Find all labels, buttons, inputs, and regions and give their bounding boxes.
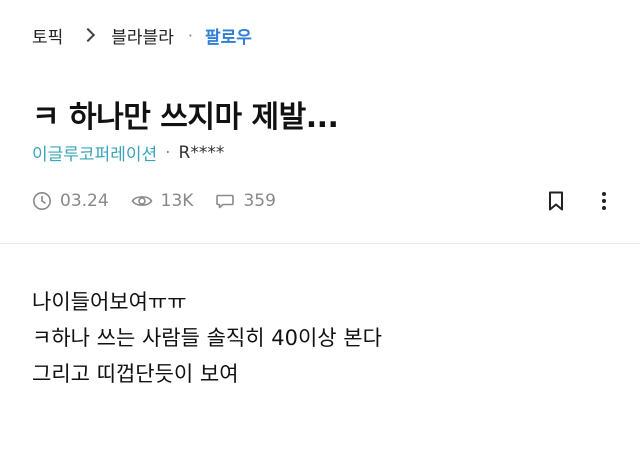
post-comments[interactable]: 359 <box>215 191 276 211</box>
breadcrumb-topic[interactable]: 토픽 <box>32 23 63 48</box>
post-views-value: 13K <box>160 191 194 211</box>
author-name: R**** <box>178 142 225 163</box>
post-title: ㅋ 하나만 쓰지마 제발... <box>32 100 339 136</box>
post-meta: 03.24 13K 359 <box>32 188 608 214</box>
post-comments-value: 359 <box>243 191 276 211</box>
author-company[interactable]: 이글루코퍼레이션 <box>32 140 157 165</box>
post-date-value: 03.24 <box>60 191 109 211</box>
breadcrumb-board[interactable]: 블라블라 <box>111 23 174 48</box>
speech-bubble-icon <box>216 194 235 209</box>
more-vertical-icon[interactable] <box>600 190 608 212</box>
follow-button[interactable]: 팔로우 <box>205 23 252 48</box>
post-body: 나이들어보여ㅠㅠ ㅋ하나 쓰는 사람들 솔직히 40이상 본다 그리고 띠껍단듯… <box>32 284 382 392</box>
section-divider <box>0 243 640 244</box>
author-row: 이글루코퍼레이션 · R**** <box>32 140 225 166</box>
eye-icon <box>131 196 152 206</box>
post-body-line: ㅋ하나 쓰는 사람들 솔직히 40이상 본다 <box>32 326 382 350</box>
post-actions <box>546 188 608 214</box>
author-separator: · <box>165 142 171 163</box>
post-date: 03.24 <box>32 191 109 211</box>
post-body-line: 그리고 띠껍단듯이 보여 <box>32 362 239 386</box>
bookmark-icon[interactable] <box>546 190 566 212</box>
breadcrumb: 토픽 블라블라 · 팔로우 <box>32 22 252 48</box>
clock-icon <box>33 192 51 210</box>
breadcrumb-separator: · <box>187 25 193 45</box>
post-views: 13K <box>131 191 194 211</box>
post-body-line: 나이들어보여ㅠㅠ <box>32 290 187 314</box>
chevron-right-icon <box>81 27 96 43</box>
